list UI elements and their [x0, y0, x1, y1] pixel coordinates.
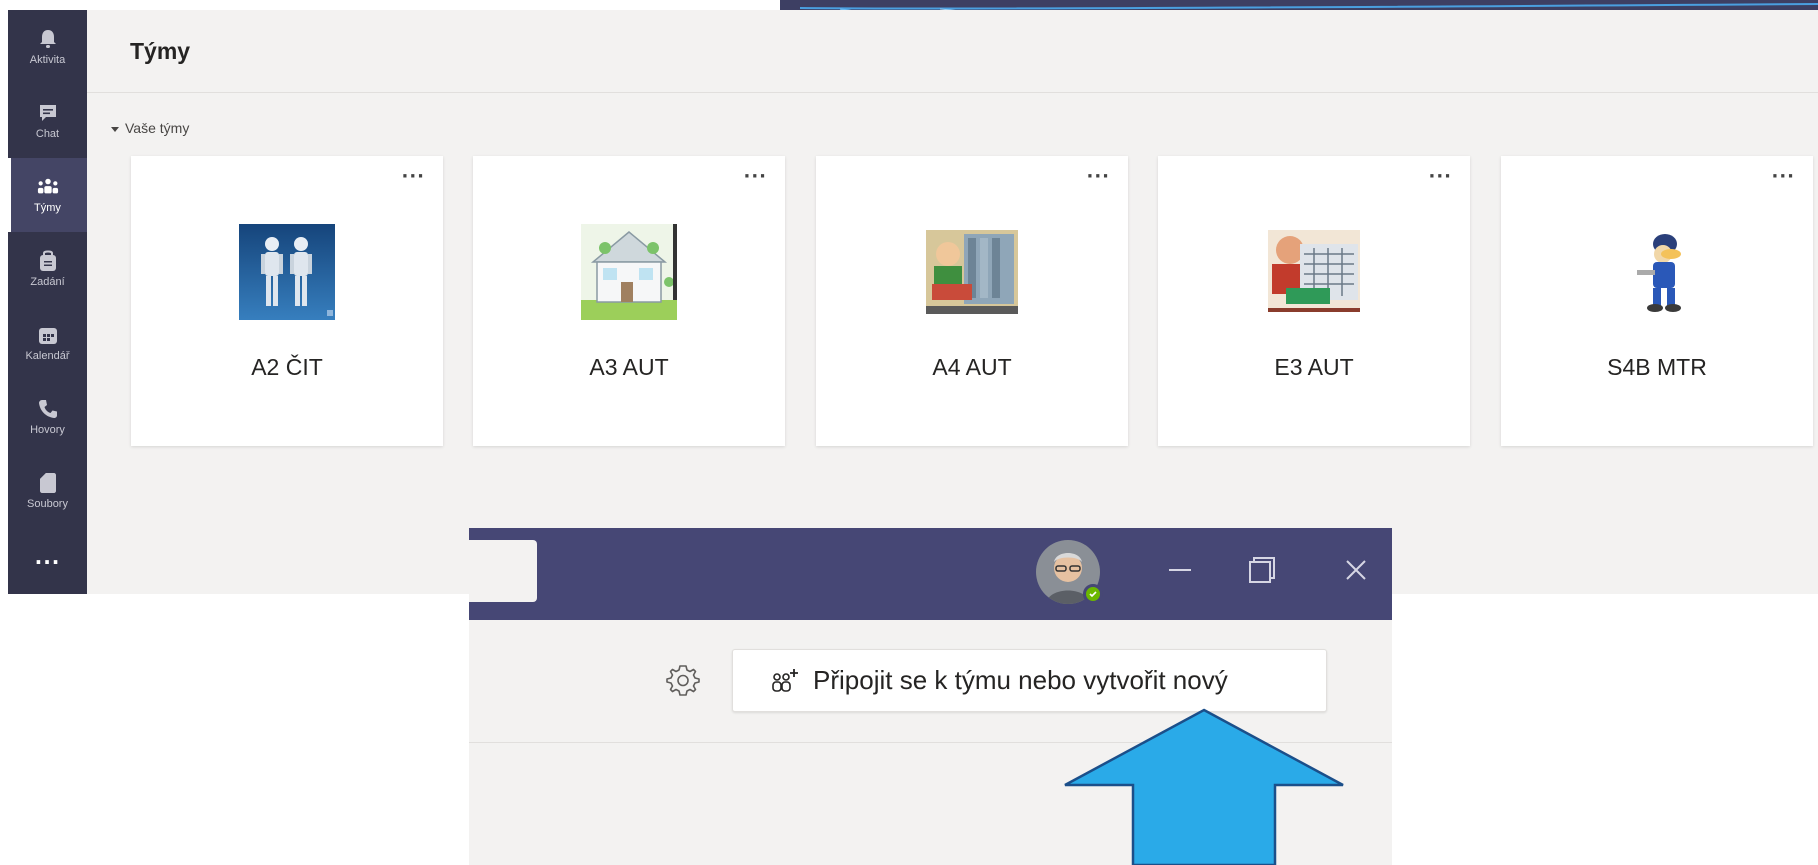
app-rail: Aktivita Chat Týmy Zadání Kalendář Hovor…: [8, 10, 87, 594]
rail-item-activity[interactable]: Aktivita: [8, 10, 87, 84]
file-icon: [37, 472, 59, 494]
team-card[interactable]: ··· S4B MTR: [1501, 156, 1813, 446]
rail-item-chat[interactable]: Chat: [8, 84, 87, 158]
rail-item-teams[interactable]: Týmy: [8, 158, 87, 232]
page-header: Týmy: [87, 10, 1818, 93]
rail-label: Kalendář: [25, 350, 70, 362]
caret-down-icon: [111, 126, 119, 132]
rail-item-calls[interactable]: Hovory: [8, 380, 87, 454]
join-button-label: Připojit se k týmu nebo vytvořit nový: [813, 665, 1228, 695]
rail-label: Aktivita: [29, 54, 66, 66]
smart-home-image: [581, 224, 677, 320]
assignments-icon: [37, 250, 59, 272]
restore-icon: [1249, 557, 1275, 583]
team-card[interactable]: ··· A3 AUT: [473, 156, 785, 446]
section-label: Vaše týmy: [125, 120, 190, 136]
more-options-button[interactable]: ···: [1086, 166, 1110, 187]
join-or-create-team-button[interactable]: Připojit se k týmu nebo vytvořit nový: [732, 649, 1327, 712]
join-team-icon: [772, 668, 798, 692]
search-input[interactable]: [469, 540, 537, 602]
teams-panel: Týmy Vaše týmy ··· A2 ČIT ··· A3 AUT ···…: [87, 10, 1818, 594]
rail-item-calendar[interactable]: Kalendář: [8, 306, 87, 380]
your-teams-section-toggle[interactable]: Vaše týmy: [111, 120, 189, 136]
gear-icon: [666, 665, 700, 696]
calendar-icon: [37, 324, 59, 346]
close-icon: [1346, 560, 1366, 580]
phone-icon: [37, 398, 59, 420]
team-name: S4B MTR: [1607, 354, 1707, 380]
rail-label: Soubory: [27, 498, 68, 510]
more-options-button[interactable]: ···: [1771, 166, 1795, 187]
callout-arrow: [1064, 708, 1344, 865]
page-title: Týmy: [130, 38, 191, 64]
settings-button[interactable]: [663, 660, 703, 700]
team-name: A3 AUT: [589, 354, 669, 380]
chat-icon: [37, 102, 59, 124]
more-apps-button[interactable]: ···: [8, 550, 87, 574]
minimize-button[interactable]: [1158, 548, 1202, 592]
team-name: A4 AUT: [932, 354, 1012, 380]
more-options-button[interactable]: ···: [1428, 166, 1452, 187]
close-button[interactable]: [1334, 548, 1378, 592]
maximize-button[interactable]: [1240, 548, 1284, 592]
cartoon-worker-image: [1609, 224, 1705, 320]
rail-item-files[interactable]: Soubory: [8, 454, 87, 528]
team-name: E3 AUT: [1274, 354, 1354, 380]
rail-label: Chat: [35, 128, 60, 140]
title-bar: [469, 528, 1392, 620]
bell-icon: [37, 28, 59, 50]
team-name: A2 ČIT: [251, 354, 323, 380]
teams-icon: [37, 176, 59, 198]
cartoon-technician-image: [1268, 230, 1360, 312]
presence-available-icon: [1083, 584, 1103, 604]
minimize-icon: [1169, 569, 1191, 571]
team-card[interactable]: ··· E3 AUT: [1158, 156, 1470, 446]
more-options-button[interactable]: ···: [743, 166, 767, 187]
rail-item-assignments[interactable]: Zadání: [8, 232, 87, 306]
team-card[interactable]: ··· A2 ČIT: [131, 156, 443, 446]
cartoon-engineer-image: [926, 230, 1018, 314]
team-card[interactable]: ··· A4 AUT: [816, 156, 1128, 446]
rail-label: Týmy: [34, 202, 61, 214]
rail-label: Hovory: [30, 424, 65, 436]
more-options-button[interactable]: ···: [401, 166, 425, 187]
rail-label: Zadání: [30, 276, 65, 288]
robots-image: [239, 224, 335, 320]
